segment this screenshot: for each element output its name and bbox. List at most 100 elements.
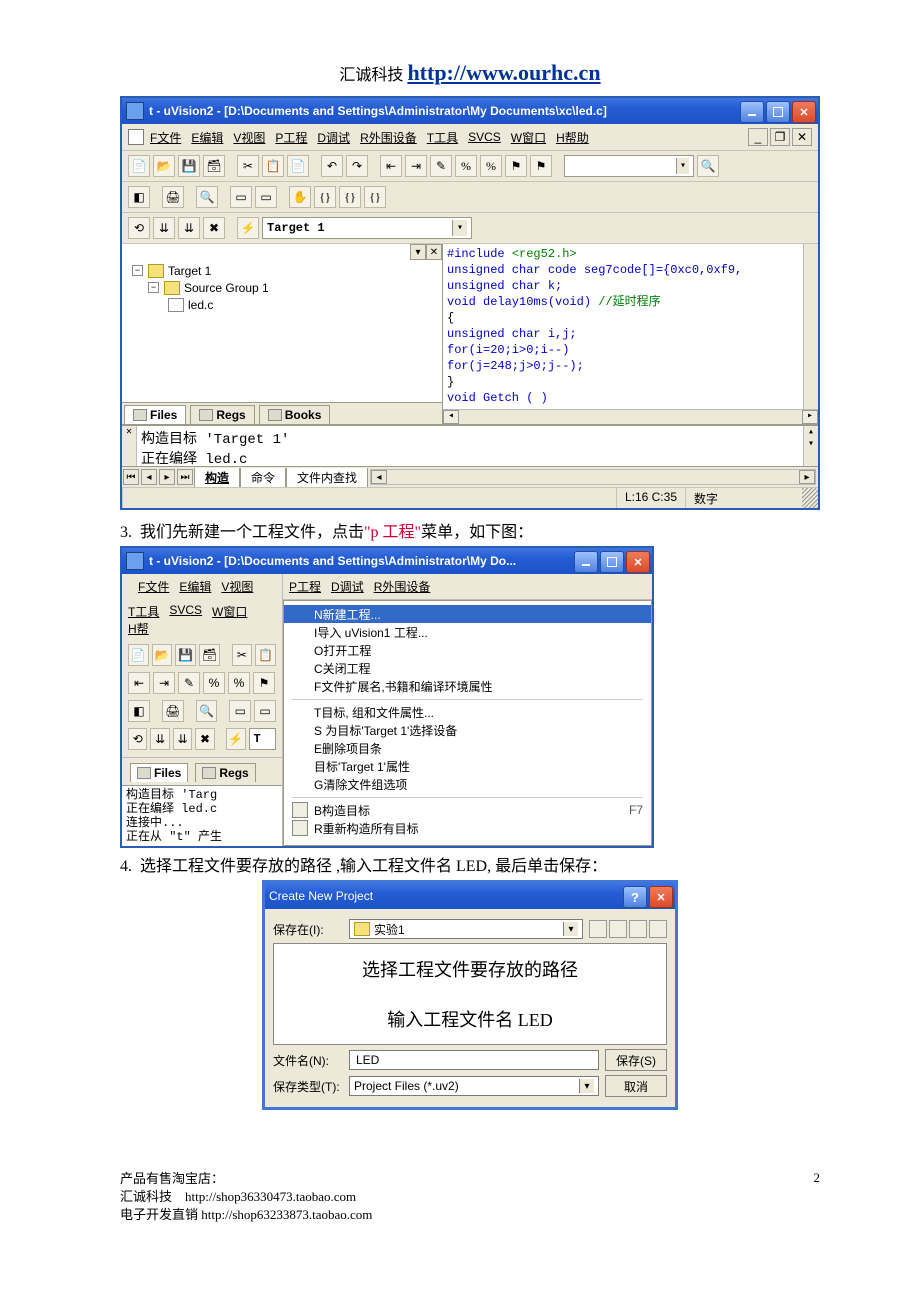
scroll-right-icon[interactable]: ▸ bbox=[799, 470, 815, 484]
tree-tab-regs[interactable]: Regs bbox=[190, 405, 254, 424]
menu-item-select-device[interactable]: S 为目标'Target 1'选择设备 bbox=[284, 721, 651, 739]
paste-icon[interactable]: 📄 bbox=[287, 155, 309, 177]
tb-icon-1[interactable]: ◧ bbox=[128, 186, 150, 208]
saveall-icon[interactable]: 🗃 bbox=[199, 644, 220, 666]
flag2-icon[interactable]: % bbox=[480, 155, 502, 177]
filetype-combo[interactable]: Project Files (*.uv2) ▾ bbox=[349, 1076, 599, 1096]
open-icon[interactable]: 📂 bbox=[153, 155, 175, 177]
menu-file[interactable]: F文件 bbox=[150, 129, 181, 146]
binoculars-icon[interactable]: 🔍 bbox=[697, 155, 719, 177]
menu-help[interactable]: H帮助 bbox=[556, 129, 589, 146]
new-icon[interactable]: 📄 bbox=[128, 644, 149, 666]
menu-item-clear-group[interactable]: G清除文件组选项 bbox=[284, 775, 651, 793]
cancel-button[interactable]: 取消 bbox=[605, 1075, 667, 1097]
new-icon[interactable]: 📄 bbox=[128, 155, 150, 177]
menu-item-new-project[interactable]: N新建工程... bbox=[284, 605, 651, 623]
vertical-scrollbar[interactable] bbox=[803, 244, 818, 410]
scroll-left-icon[interactable]: ◂ bbox=[443, 410, 459, 424]
output-vscroll[interactable]: ▴▾ bbox=[803, 426, 818, 466]
help-button[interactable]: ? bbox=[623, 886, 647, 908]
horizontal-scrollbar[interactable]: ◂ ▸ bbox=[443, 409, 818, 424]
indent-icon[interactable]: ⇥ bbox=[405, 155, 427, 177]
collapse-icon[interactable]: − bbox=[132, 265, 143, 276]
tb-icon-3[interactable]: ▭ bbox=[255, 186, 277, 208]
tree-root[interactable]: − Target 1 bbox=[132, 262, 434, 279]
zoom-icon[interactable]: 🔍 bbox=[196, 700, 218, 722]
mdi-restore-button[interactable]: ❐ bbox=[770, 128, 790, 146]
menu-item-rebuild-all[interactable]: R重新构造所有目标 bbox=[284, 819, 651, 837]
indent-icon[interactable]: ⇥ bbox=[153, 672, 175, 694]
menu-debug[interactable]: D调试 bbox=[317, 129, 350, 146]
tb-icon-2[interactable]: ▭ bbox=[230, 186, 252, 208]
bookmark-icon[interactable]: ✎ bbox=[178, 672, 200, 694]
chevron-down-icon[interactable]: ▾ bbox=[452, 220, 467, 236]
build-icon[interactable]: ⟲ bbox=[128, 728, 147, 750]
cut-icon[interactable]: ✂ bbox=[232, 644, 253, 666]
flag3-icon[interactable]: ⚑ bbox=[505, 155, 527, 177]
undo-icon[interactable]: ↶ bbox=[321, 155, 343, 177]
project-tree-pane[interactable]: ▾ ✕ − Target 1 − Source Group 1 bbox=[122, 244, 443, 424]
build-icon[interactable]: ⟲ bbox=[128, 217, 150, 239]
save-icon[interactable]: 💾 bbox=[175, 644, 196, 666]
menu-file[interactable]: F文件 bbox=[138, 578, 169, 595]
pane-dropdown-icon[interactable]: ▾ bbox=[410, 244, 426, 260]
menu-periph[interactable]: R外围设备 bbox=[374, 578, 431, 595]
find-combo[interactable]: ▾ bbox=[564, 155, 694, 177]
stop-icon[interactable]: ✖ bbox=[203, 217, 225, 239]
flag3-icon[interactable]: ⚑ bbox=[253, 672, 275, 694]
batch-icon[interactable]: ⇊ bbox=[173, 728, 192, 750]
menu-tools[interactable]: T工具 bbox=[128, 603, 159, 620]
mdi-min-button[interactable]: _ bbox=[748, 128, 768, 146]
stepout-icon[interactable]: {} bbox=[364, 186, 386, 208]
save-button[interactable]: 保存(S) bbox=[605, 1049, 667, 1071]
target-combo[interactable]: T bbox=[249, 728, 276, 750]
minimize-button[interactable] bbox=[574, 551, 598, 573]
hand-icon[interactable]: ✋ bbox=[289, 186, 311, 208]
menu-item-file-ext[interactable]: F文件扩展名,书籍和编译环境属性 bbox=[284, 677, 651, 695]
close-button[interactable] bbox=[792, 101, 816, 123]
chevron-down-icon[interactable]: ▾ bbox=[579, 1079, 594, 1093]
step-icon[interactable]: {} bbox=[314, 186, 336, 208]
back-icon[interactable] bbox=[589, 920, 607, 938]
tree-group[interactable]: − Source Group 1 bbox=[132, 279, 434, 296]
output-hscroll[interactable]: ◂ ▸ bbox=[370, 469, 816, 485]
close-button[interactable] bbox=[649, 886, 673, 908]
titlebar[interactable]: t - uVision2 - [D:\Documents and Setting… bbox=[122, 98, 818, 124]
tree-tab-files[interactable]: Files bbox=[130, 763, 188, 782]
menu-window[interactable]: W窗口 bbox=[212, 603, 247, 620]
mdi-close-button[interactable]: ✕ bbox=[792, 128, 812, 146]
menu-item-build[interactable]: B构造目标 F7 bbox=[284, 801, 651, 819]
outdent-icon[interactable]: ⇤ bbox=[380, 155, 402, 177]
tree-tab-books[interactable]: Books bbox=[259, 405, 331, 424]
menu-periph[interactable]: R外围设备 bbox=[360, 129, 417, 146]
menu-window[interactable]: W窗口 bbox=[511, 129, 546, 146]
brand-url[interactable]: http://www.ourhc.cn bbox=[407, 60, 600, 85]
tb-icon-2[interactable]: ▭ bbox=[229, 700, 251, 722]
tab-nav-first-icon[interactable]: ⏮ bbox=[123, 469, 139, 485]
redo-icon[interactable]: ↷ bbox=[346, 155, 368, 177]
flag1-icon[interactable]: % bbox=[203, 672, 225, 694]
menu-item-target-options[interactable]: 目标'Target 1'属性 bbox=[284, 757, 651, 775]
maximize-button[interactable] bbox=[766, 101, 790, 123]
views-icon[interactable] bbox=[649, 920, 667, 938]
target-combo[interactable]: Target 1 ▾ bbox=[262, 217, 472, 239]
rebuild-icon[interactable]: ⇊ bbox=[153, 217, 175, 239]
menu-item-import[interactable]: I导入 uVision1 工程... bbox=[284, 623, 651, 641]
menu-debug[interactable]: D调试 bbox=[331, 578, 364, 595]
flag1-icon[interactable]: % bbox=[455, 155, 477, 177]
cut-icon[interactable]: ✂ bbox=[237, 155, 259, 177]
pane-close-icon[interactable]: ✕ bbox=[426, 244, 442, 260]
menu-view[interactable]: V视图 bbox=[233, 129, 265, 146]
output-tab-findinfiles[interactable]: 文件内查找 bbox=[286, 468, 368, 487]
stepover-icon[interactable]: {} bbox=[339, 186, 361, 208]
tab-nav-prev-icon[interactable]: ◂ bbox=[141, 469, 157, 485]
up-folder-icon[interactable] bbox=[609, 920, 627, 938]
build-output-pane[interactable]: ✕ 构造目标 'Target 1' 正在编绎 led.c ▴▾ bbox=[122, 424, 818, 466]
tb-icon-1[interactable]: ◧ bbox=[128, 700, 150, 722]
scroll-right-icon[interactable]: ▸ bbox=[802, 410, 818, 424]
menu-edit[interactable]: E编辑 bbox=[191, 129, 223, 146]
flag4-icon[interactable]: ⚑ bbox=[530, 155, 552, 177]
print-icon[interactable]: 🖨 bbox=[162, 700, 184, 722]
stop-icon[interactable]: ✖ bbox=[195, 728, 214, 750]
menu-item-targets[interactable]: T目标, 组和文件属性... bbox=[284, 703, 651, 721]
